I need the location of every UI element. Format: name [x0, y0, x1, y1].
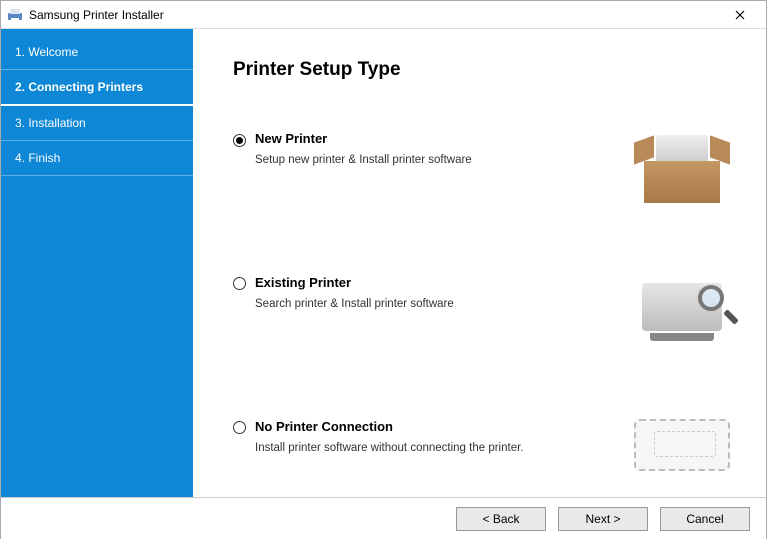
option-no-printer[interactable]: No Printer Connection Install printer so… [233, 419, 742, 507]
body: 1. Welcome 2. Connecting Printers 3. Ins… [1, 29, 766, 497]
sidebar-item-connecting[interactable]: 2. Connecting Printers [1, 70, 193, 106]
titlebar: Samsung Printer Installer [1, 1, 766, 29]
option-desc: Search printer & Install printer softwar… [255, 298, 612, 310]
cancel-button[interactable]: Cancel [660, 507, 750, 531]
option-desc: Install printer software without connect… [255, 442, 612, 454]
sidebar-item-label: 1. Welcome [15, 45, 78, 59]
option-title: Existing Printer [255, 275, 612, 290]
option-new-printer[interactable]: New Printer Setup new printer & Install … [233, 131, 742, 219]
printer-search-icon [636, 275, 728, 341]
sidebar: 1. Welcome 2. Connecting Printers 3. Ins… [1, 29, 193, 497]
sidebar-item-finish[interactable]: 4. Finish [1, 141, 193, 176]
close-button[interactable] [720, 1, 760, 28]
back-button[interactable]: < Back [456, 507, 546, 531]
option-existing-printer[interactable]: Existing Printer Search printer & Instal… [233, 275, 742, 363]
printer-in-box-icon [634, 131, 730, 209]
sidebar-item-label: 3. Installation [15, 116, 86, 130]
main-panel: Printer Setup Type New Printer Setup new… [193, 29, 766, 497]
option-title: No Printer Connection [255, 419, 612, 434]
sidebar-item-welcome[interactable]: 1. Welcome [1, 35, 193, 70]
option-title: New Printer [255, 131, 612, 146]
option-desc: Setup new printer & Install printer soft… [255, 154, 612, 166]
radio-existing-printer[interactable] [233, 277, 246, 290]
page-title: Printer Setup Type [233, 59, 742, 81]
radio-no-printer[interactable] [233, 421, 246, 434]
sidebar-item-installation[interactable]: 3. Installation [1, 106, 193, 141]
ghost-printer-icon [634, 419, 730, 471]
sidebar-item-label: 2. Connecting Printers [15, 80, 143, 94]
app-icon [7, 7, 23, 23]
magnifier-icon [698, 285, 732, 319]
window-title: Samsung Printer Installer [29, 8, 720, 22]
radio-new-printer[interactable] [233, 134, 246, 147]
next-button[interactable]: Next > [558, 507, 648, 531]
sidebar-item-label: 4. Finish [15, 151, 60, 165]
